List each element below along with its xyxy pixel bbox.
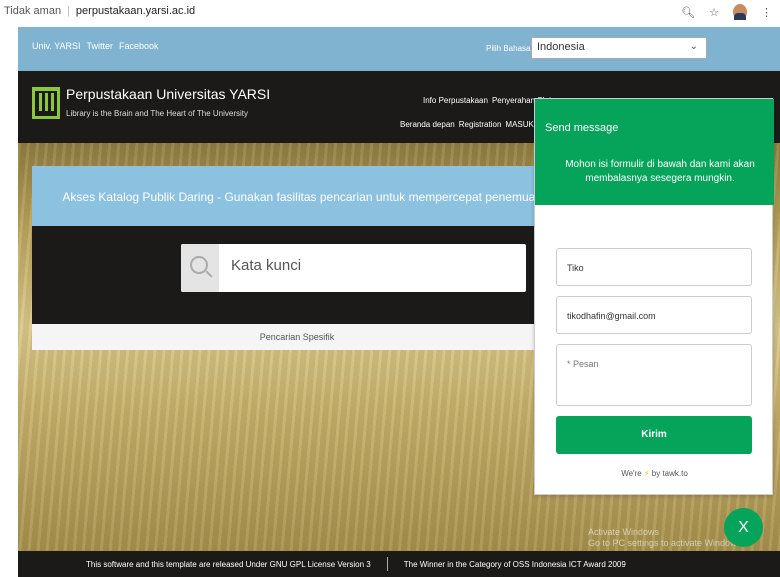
browser-actions: 🔍︎ ☆ ⋮ [681,4,772,20]
lightning-icon: ⚡︎ [643,469,650,478]
site-footer: This software and this template are rele… [18,551,780,577]
name-field[interactable]: Tiko [556,248,752,286]
social-links: Univ. YARSI Twitter Facebook [32,41,159,51]
search-box[interactable]: Kata kunci [181,244,526,292]
library-logo-icon[interactable] [32,87,60,119]
powered-by[interactable]: We're ⚡︎ by tawk.to [535,469,774,478]
web-page: Univ. YARSI Twitter Facebook Pilih Bahas… [18,27,780,577]
powered-prefix: We're [621,469,642,478]
message-field[interactable]: * Pesan [556,344,752,406]
chat-widget-title: Send message [545,122,619,134]
bookmark-star-icon[interactable]: ☆ [709,6,719,19]
top-bar: Univ. YARSI Twitter Facebook Pilih Bahas… [18,27,780,71]
profile-avatar[interactable] [733,4,747,20]
watermark-line-2: Go to PC settings to activate Windows [588,538,742,548]
search-icon[interactable] [181,244,219,292]
nav-row-2: Beranda depan Registration MASUK Pust [400,120,552,129]
nav-info-perpustakaan[interactable]: Info Perpustakaan [423,96,488,105]
powered-suffix: by tawk.to [651,469,688,478]
site-title[interactable]: Perpustakaan Universitas YARSI [66,86,270,102]
search-input[interactable]: Kata kunci [231,257,301,274]
footer-license: This software and this template are rele… [86,559,371,569]
browser-bar: Tidak aman | perpustakaan.yarsi.ac.id 🔍︎ ☆… [0,0,780,27]
close-chat-button[interactable]: X [724,508,763,547]
activate-windows-watermark: Activate Windows Go to PC settings to ac… [588,527,741,549]
url-separator: | [67,5,70,17]
catalog-banner: Akses Katalog Publik Daring - Gunakan fa… [32,166,562,226]
watermark-line-1: Activate Windows [588,527,660,537]
search-panel: Kata kunci [32,226,562,324]
chat-widget: Send message Mohon isi formulir di bawah… [534,98,774,495]
language-value: Indonesia [537,41,585,53]
send-button[interactable]: Kirim [556,416,752,454]
chat-widget-header: Send message Mohon isi formulir di bawah… [535,99,774,205]
footer-divider [386,557,388,571]
chevron-down-icon: ⌄ [689,41,698,52]
link-twitter[interactable]: Twitter [87,41,114,51]
url-text[interactable]: perpustakaan.yarsi.ac.id [76,5,195,17]
nav-registration[interactable]: Registration [459,120,502,129]
zoom-icon[interactable]: 🔍︎ [681,6,695,19]
chat-widget-subtitle: Mohon isi formulir di bawah dan kami aka… [565,159,755,184]
menu-kebab-icon[interactable]: ⋮ [761,6,772,19]
language-select[interactable]: Indonesia ⌄ [531,37,707,59]
address-bar[interactable]: Tidak aman | perpustakaan.yarsi.ac.id [4,5,195,17]
email-field[interactable]: tikodhafin@gmail.com [556,296,752,334]
security-indicator[interactable]: Tidak aman [4,5,61,17]
site-tagline: Library is the Brain and The Heart of Th… [66,109,249,118]
link-facebook[interactable]: Facebook [119,41,159,51]
footer-award: The Winner in the Category of OSS Indone… [403,559,626,569]
link-univ-yarsi[interactable]: Univ. YARSI [32,41,81,51]
nav-beranda[interactable]: Beranda depan [400,120,455,129]
language-label: Pilih Bahasa [486,44,531,53]
specific-search-link[interactable]: Pencarian Spesifik [32,324,562,350]
